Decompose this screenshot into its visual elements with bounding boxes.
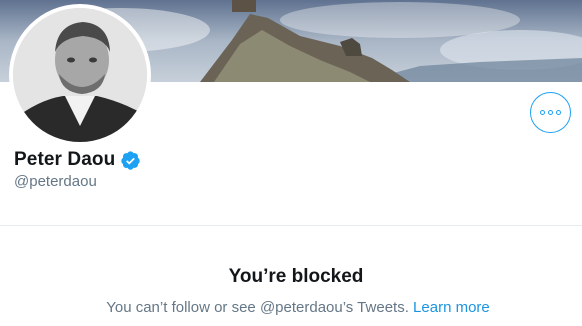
more-options-icon [540,110,561,115]
dot [556,110,561,115]
more-options-button[interactable] [530,92,571,133]
display-name-text: Peter Daou [14,149,116,170]
blocked-message-text: You can’t follow or see @peterdaou’s Twe… [106,299,409,316]
divider [0,225,582,226]
verified-badge-icon [121,150,140,170]
display-name: Peter Daou [14,149,141,171]
profile-handle: @peterdaou [14,173,97,190]
blocked-title: You’re blocked [228,266,364,287]
blocked-message: You can’t follow or see @peterdaou’s Twe… [0,299,582,316]
avatar[interactable] [9,4,151,146]
portrait-image [13,8,147,142]
avatar-photo [13,8,147,142]
dot [540,110,545,115]
dot [548,110,553,115]
learn-more-link[interactable]: Learn more [413,299,490,316]
